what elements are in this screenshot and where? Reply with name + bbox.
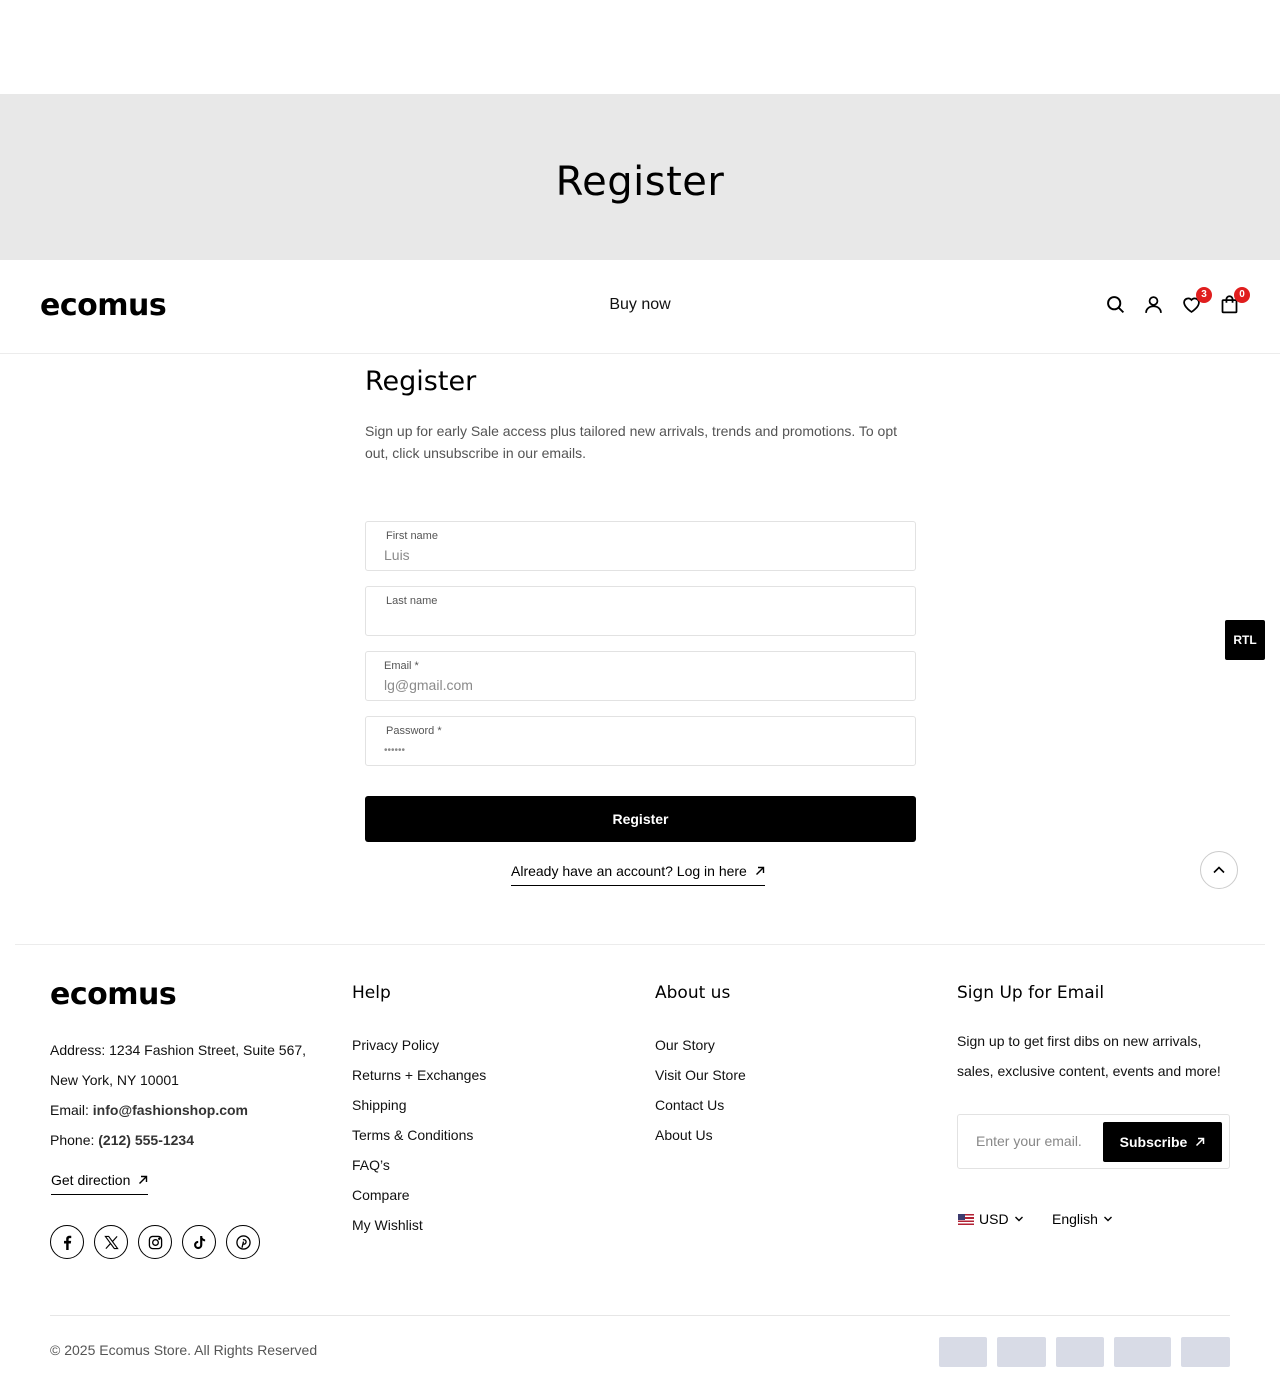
language-selector[interactable]: English bbox=[1052, 1211, 1113, 1227]
cart-count-badge: 0 bbox=[1234, 287, 1250, 303]
email-field[interactable]: Email * bbox=[365, 651, 916, 701]
header-logo[interactable]: ecomus bbox=[40, 291, 167, 321]
footer-link-our-story[interactable]: Our Story bbox=[655, 1030, 746, 1060]
footer-link-about[interactable]: About Us bbox=[655, 1120, 746, 1150]
cart-icon[interactable]: 0 bbox=[1219, 287, 1250, 315]
language-value: English bbox=[1052, 1211, 1098, 1227]
password-input[interactable] bbox=[384, 745, 884, 756]
instagram-icon[interactable] bbox=[138, 1225, 172, 1259]
last-name-input[interactable] bbox=[384, 612, 884, 628]
first-name-label: First name bbox=[386, 530, 438, 542]
address-line: Address: 1234 Fashion Street, Suite 567, bbox=[50, 1042, 307, 1058]
copyright: © 2025 Ecomus Store. All Rights Reserved bbox=[50, 1342, 318, 1358]
tiktok-icon[interactable] bbox=[182, 1225, 216, 1259]
subscribe-button[interactable]: Subscribe bbox=[1103, 1122, 1222, 1162]
footer-link-privacy-policy[interactable]: Privacy Policy bbox=[352, 1030, 486, 1060]
phone-line: Phone: (212) 555-1234 bbox=[50, 1132, 195, 1148]
chevron-down-icon bbox=[1014, 1216, 1023, 1222]
newsletter-email-input[interactable] bbox=[976, 1133, 1106, 1149]
currency-selector[interactable]: USD bbox=[958, 1211, 1024, 1227]
rtl-toggle-button[interactable]: RTL bbox=[1225, 620, 1265, 660]
footer-link-shipping[interactable]: Shipping bbox=[352, 1090, 486, 1120]
about-links: Our Story Visit Our Store Contact Us Abo… bbox=[655, 1030, 746, 1150]
nav-link-buy-now[interactable]: Buy now bbox=[0, 296, 1280, 314]
signup-description: Sign up to get first dibs on new arrival… bbox=[957, 1033, 1221, 1079]
payment-visa-icon bbox=[939, 1337, 987, 1367]
payment-methods bbox=[939, 1337, 1230, 1367]
footer-bottom-divider bbox=[50, 1315, 1230, 1316]
search-icon[interactable] bbox=[1105, 294, 1126, 315]
arrow-up-right-icon bbox=[755, 866, 765, 875]
chevron-up-icon bbox=[1213, 866, 1225, 874]
login-link[interactable]: Already have an account? Log in here bbox=[511, 863, 765, 886]
get-direction-link[interactable]: Get direction bbox=[51, 1172, 149, 1195]
get-direction-label: Get direction bbox=[51, 1172, 131, 1188]
footer-contact: Address: 1234 Fashion Street, Suite 567,… bbox=[50, 1035, 340, 1155]
wishlist-count-badge: 3 bbox=[1196, 287, 1212, 303]
register-intro: Register Sign up for early Sale access p… bbox=[365, 366, 916, 464]
footer-logo[interactable]: ecomus bbox=[50, 980, 177, 1010]
footer-link-compare[interactable]: Compare bbox=[352, 1180, 486, 1210]
last-name-field[interactable]: Last name bbox=[365, 586, 916, 636]
subscribe-label: Subscribe bbox=[1119, 1134, 1188, 1150]
password-label: Password * bbox=[386, 725, 442, 737]
last-name-label: Last name bbox=[386, 595, 438, 607]
register-description: Sign up for early Sale access plus tailo… bbox=[365, 423, 898, 461]
wishlist-icon[interactable]: 3 bbox=[1181, 287, 1212, 315]
help-links: Privacy Policy Returns + Exchanges Shipp… bbox=[352, 1030, 486, 1240]
arrow-up-right-icon bbox=[1196, 1137, 1205, 1147]
first-name-input[interactable] bbox=[384, 547, 884, 563]
contact-email[interactable]: info@fashionshop.com bbox=[93, 1102, 248, 1118]
about-heading: About us bbox=[655, 983, 731, 1003]
register-button[interactable]: Register bbox=[365, 796, 916, 842]
email-input[interactable] bbox=[384, 677, 884, 693]
payment-amex-icon bbox=[1114, 1337, 1171, 1367]
password-field[interactable]: Password * bbox=[365, 716, 916, 766]
currency-value: USD bbox=[979, 1211, 1009, 1227]
footer-divider bbox=[15, 944, 1265, 945]
social-links bbox=[50, 1225, 260, 1259]
payment-discover-icon bbox=[1181, 1337, 1230, 1367]
facebook-icon[interactable] bbox=[50, 1225, 84, 1259]
scroll-to-top-button[interactable] bbox=[1200, 851, 1238, 889]
page-banner: Register bbox=[0, 94, 1280, 260]
first-name-field[interactable]: First name bbox=[365, 521, 916, 571]
chevron-down-icon bbox=[1103, 1216, 1112, 1222]
header-icons: 3 0 bbox=[1105, 287, 1250, 315]
footer-link-faqs[interactable]: FAQ’s bbox=[352, 1150, 486, 1180]
footer-link-visit-store[interactable]: Visit Our Store bbox=[655, 1060, 746, 1090]
address-line-2: New York, NY 10001 bbox=[50, 1072, 179, 1088]
payment-mastercard-icon bbox=[1056, 1337, 1104, 1367]
page-title: Register bbox=[555, 159, 725, 205]
email-line: Email: info@fashionshop.com bbox=[50, 1102, 248, 1118]
signup-heading: Sign Up for Email bbox=[957, 983, 1105, 1003]
us-flag-icon bbox=[958, 1213, 974, 1225]
x-icon[interactable] bbox=[94, 1225, 128, 1259]
footer-link-contact[interactable]: Contact Us bbox=[655, 1090, 746, 1120]
arrow-up-right-icon bbox=[139, 1175, 148, 1184]
footer-link-wishlist[interactable]: My Wishlist bbox=[352, 1210, 486, 1240]
payment-paypal-icon bbox=[997, 1337, 1046, 1367]
login-link-label: Already have an account? Log in here bbox=[511, 863, 747, 879]
email-label: Email * bbox=[384, 660, 419, 672]
contact-phone[interactable]: (212) 555-1234 bbox=[98, 1132, 194, 1148]
footer-link-returns[interactable]: Returns + Exchanges bbox=[352, 1060, 486, 1090]
footer-link-terms[interactable]: Terms & Conditions bbox=[352, 1120, 486, 1150]
pinterest-icon[interactable] bbox=[226, 1225, 260, 1259]
account-icon[interactable] bbox=[1143, 294, 1164, 315]
site-header: Buy now 3 0 bbox=[0, 260, 1280, 354]
newsletter-form: Subscribe bbox=[957, 1114, 1230, 1169]
help-heading: Help bbox=[352, 983, 391, 1003]
register-heading: Register bbox=[365, 366, 477, 397]
